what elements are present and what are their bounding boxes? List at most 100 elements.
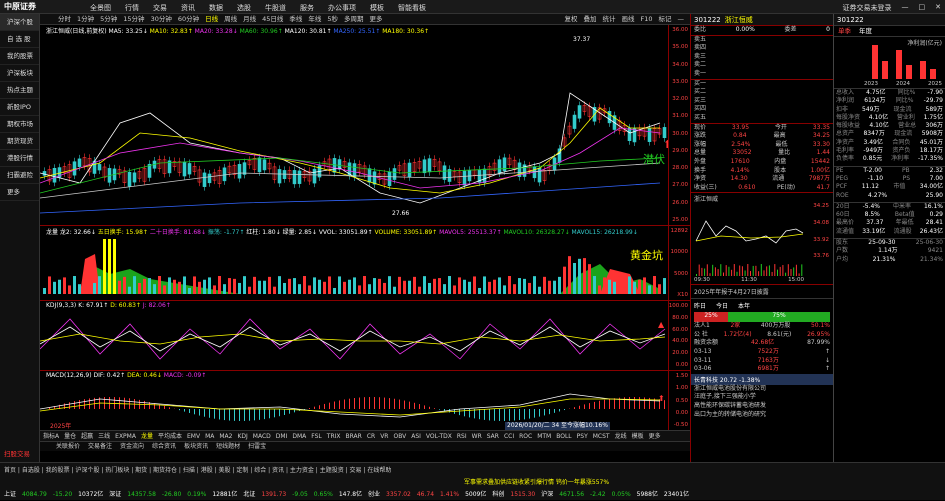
intraday-mini-chart[interactable]: 浙江恒威 34.2534.0833.9233.76 09:3011:3015:0… — [691, 192, 833, 284]
indicator-tab[interactable]: CCI — [504, 431, 514, 441]
tab-更多[interactable]: 更多 — [370, 14, 383, 24]
indicator-tab[interactable]: ASI — [411, 431, 421, 441]
tab-分时[interactable]: 分时 — [58, 14, 71, 24]
menu-item[interactable]: 牛股道 — [265, 3, 286, 13]
fund-tab[interactable]: 年度 — [859, 26, 872, 36]
indicator-tab[interactable]: 平均成本 — [158, 431, 182, 441]
indicator-tab[interactable]: EMV — [187, 431, 200, 441]
indicator-tab[interactable]: 三线 — [98, 431, 110, 441]
news-item[interactable]: 高性能环保碳锌蓄电池研发 — [691, 402, 833, 411]
volume-pane[interactable]: 龙量 龙2: 32.66↓ 五日换手: 15.98↑ 二十日换手: 81.68↓… — [40, 225, 690, 300]
strip-item[interactable]: 短线题材 — [216, 442, 240, 451]
menu-item[interactable]: 模板 — [370, 3, 384, 13]
indicator-tab[interactable]: 模板 — [632, 431, 644, 441]
indicator-tab[interactable]: MA — [205, 431, 214, 441]
sidebar-item[interactable]: 热点主题 — [0, 82, 39, 99]
window-control[interactable]: □ — [919, 3, 926, 13]
indicator-tab[interactable]: SAR — [487, 431, 499, 441]
tool-item[interactable]: 统计 — [602, 14, 615, 24]
strip-item[interactable]: 资金流向 — [120, 442, 144, 451]
indicator-tab[interactable]: RSI — [457, 431, 467, 441]
sidebar-item[interactable]: 沪深个股 — [0, 14, 39, 31]
tab-多周期[interactable]: 多周期 — [344, 14, 364, 24]
indicator-tab[interactable]: BOLL — [556, 431, 571, 441]
tab-5分钟[interactable]: 5分钟 — [100, 14, 117, 24]
menu-item[interactable]: 智能看板 — [398, 3, 426, 13]
menu-item[interactable]: 选股 — [237, 3, 251, 13]
indicator-tab[interactable]: ROC — [519, 431, 532, 441]
tab-季线[interactable]: 季线 — [289, 14, 302, 24]
tab-月线[interactable]: 月线 — [243, 14, 256, 24]
indicator-tab[interactable]: 指标A — [43, 431, 59, 441]
indicator-tab[interactable]: 龙线 — [615, 431, 627, 441]
strip-item[interactable]: 板块资讯 — [184, 442, 208, 451]
indicator-tab[interactable]: VOL-TDX — [426, 431, 452, 441]
tool-item[interactable]: 叠加 — [583, 14, 596, 24]
indicator-tab[interactable]: KDJ — [237, 431, 247, 441]
tab-周线[interactable]: 周线 — [224, 14, 237, 24]
indicator-tab[interactable]: MACD — [253, 431, 271, 441]
sidebar-item[interactable]: 新股IPO — [0, 99, 39, 116]
indicator-tab[interactable]: PSY — [577, 431, 588, 441]
menu-item[interactable]: 资讯 — [181, 3, 195, 13]
sidebar-item[interactable]: 期货现货 — [0, 133, 39, 150]
tool-item[interactable]: 标记 — [659, 14, 672, 24]
sentiment-year[interactable]: 本年 — [738, 301, 750, 310]
sentiment-today[interactable]: 今日 — [716, 301, 728, 310]
indicator-tab[interactable]: TRIX — [327, 431, 341, 441]
indicator-tab[interactable]: FSL — [311, 431, 322, 441]
window-control[interactable]: ✕ — [935, 3, 941, 13]
indicator-tab[interactable]: 量仓 — [64, 431, 76, 441]
sidebar-item[interactable]: 我的股票 — [0, 48, 39, 65]
sidebar-bottom-trade[interactable]: 扫股交易 — [4, 448, 30, 458]
strip-item[interactable]: 综合资讯 — [152, 442, 176, 451]
tool-item[interactable]: 画线 — [621, 14, 634, 24]
menu-item[interactable]: 全景图 — [90, 3, 111, 13]
indicator-tab[interactable]: WR — [472, 431, 482, 441]
tab-30分钟[interactable]: 30分钟 — [151, 14, 172, 24]
news-item[interactable]: 出口为主的转储电池的研究 — [691, 411, 833, 420]
menu-item[interactable]: 行情 — [125, 3, 139, 13]
indicator-tab[interactable]: DMA — [292, 431, 306, 441]
strip-item[interactable]: 扫雷宝 — [248, 442, 266, 451]
related-stock[interactable]: 长青科技 20.72 -1.38% — [691, 374, 833, 385]
window-control[interactable]: — — [902, 3, 909, 13]
indicator-tab[interactable]: 超赢 — [81, 431, 93, 441]
menu-item[interactable]: 数据 — [209, 3, 223, 13]
sidebar-item[interactable]: 自 选 股 — [0, 31, 39, 48]
indicator-tab[interactable]: 龙量 — [141, 431, 153, 441]
tab-15分钟[interactable]: 15分钟 — [123, 14, 144, 24]
kdj-pane[interactable]: KDJ(9,3,3) K: 67.91↑ D: 60.83↑ J: 82.06↑… — [40, 300, 690, 370]
price-pane[interactable]: 浙江恒威(日线,前复权) MA5: 33.25↓ MA10: 32.83↑ MA… — [40, 25, 690, 225]
macd-pane[interactable]: MACD(12,26,9) DIF: 0.42↑ DEA: 0.46↓ MACD… — [40, 370, 690, 430]
indicator-tab[interactable]: VR — [380, 431, 388, 441]
window-control[interactable]: 证券交易未登录 — [843, 3, 892, 13]
tab-日线[interactable]: 日线 — [205, 14, 218, 24]
sentiment-yesterday[interactable]: 昨日 — [694, 301, 706, 310]
indicator-tab[interactable]: 更多 — [649, 431, 661, 441]
tab-年线[interactable]: 年线 — [308, 14, 321, 24]
tool-item[interactable]: 复权 — [564, 14, 577, 24]
sidebar-item[interactable]: 港股行情 — [0, 150, 39, 167]
sidebar-item[interactable]: 沪深板块 — [0, 65, 39, 82]
menu-item[interactable]: 服务 — [300, 3, 314, 13]
news-ticker[interactable]: 军事需求叠加供应链收紧引爆行情 钨价一年暴涨557% — [460, 477, 609, 489]
indicator-tab[interactable]: MA2 — [219, 431, 232, 441]
strip-item[interactable]: 关联报价 — [56, 442, 80, 451]
indicator-tab[interactable]: MTM — [537, 431, 551, 441]
indicator-tab[interactable]: BRAR — [346, 431, 362, 441]
news-item[interactable]: 汪庭子,接下三强能小学 — [691, 393, 833, 402]
fund-tab[interactable]: 单季 — [838, 26, 851, 36]
tab-45日线[interactable]: 45日线 — [262, 14, 283, 24]
indicator-tab[interactable]: CR — [367, 431, 375, 441]
indicator-tab[interactable]: EXPMA — [115, 431, 136, 441]
indicator-tab[interactable]: OBV — [393, 431, 406, 441]
indicator-tab[interactable]: DMI — [276, 431, 288, 441]
menu-item[interactable]: 交易 — [153, 3, 167, 13]
menu-item[interactable]: 办公事项 — [328, 3, 356, 13]
sidebar-item[interactable]: 期权市场 — [0, 116, 39, 133]
tool-item[interactable]: — — [678, 14, 685, 24]
tool-item[interactable]: F10 — [640, 14, 652, 24]
sidebar-item[interactable]: 更多 — [0, 184, 39, 201]
tab-5秒[interactable]: 5秒 — [327, 14, 338, 24]
